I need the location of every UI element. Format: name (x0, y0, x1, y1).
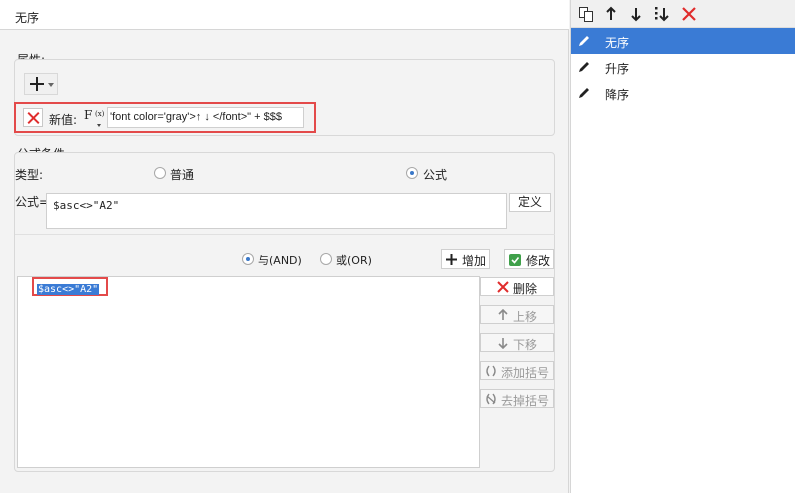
condition-editor-pane: 无序 属性: 新值: F (x) 'font color='gray'>↑ ↓ … (0, 0, 569, 493)
delete-condition-label: 删除 (513, 282, 538, 296)
remove-bracket-button[interactable]: 去掉括号 (480, 389, 554, 408)
arrow-up-icon[interactable] (603, 6, 619, 22)
logic-and-radio[interactable] (242, 253, 254, 265)
pencil-icon (579, 62, 589, 72)
bracket-icon (486, 365, 496, 377)
delete-value-button[interactable] (23, 108, 43, 127)
formula-icon: F (84, 108, 93, 122)
arrow-up-icon (498, 309, 508, 320)
add-bracket-label: 添加括号 (501, 366, 550, 380)
sort-item-label: 升序 (605, 62, 630, 76)
type-label: 类型: (15, 168, 44, 182)
sort-item-label: 无序 (605, 36, 630, 50)
close-icon[interactable] (681, 6, 697, 22)
add-condition-label: 增加 (462, 254, 487, 268)
copy-icon[interactable] (578, 6, 594, 22)
sort-pane: 无序 升序 降序 (570, 0, 795, 493)
list-item[interactable]: $asc<>"A2" (32, 277, 108, 296)
logic-or-label: 或(OR) (336, 254, 372, 267)
close-icon (497, 281, 509, 293)
formula-icon-sub: (x) (95, 110, 105, 118)
remove-bracket-icon (486, 393, 496, 405)
formula-label: 公式= (15, 195, 50, 209)
new-value-row: 新值: F (x) 'font color='gray'>↑ ↓ </font>… (14, 102, 316, 133)
conditions-list[interactable]: $asc<>"A2" (17, 276, 480, 468)
page-title: 无序 (15, 11, 40, 25)
sort-item-ascending[interactable]: 升序 (571, 54, 795, 80)
type-normal-label: 普通 (170, 168, 195, 182)
title-bar: 无序 (0, 0, 569, 30)
logic-or-radio[interactable] (320, 253, 332, 265)
chevron-down-icon (48, 83, 54, 87)
define-button[interactable]: 定义 (509, 193, 551, 212)
new-value-input[interactable]: 'font color='gray'>↑ ↓ </font>" + $$$ (107, 107, 304, 128)
condition-text: $asc<>"A2" (37, 284, 100, 295)
modify-condition-label: 修改 (526, 254, 551, 268)
modify-icon (509, 254, 521, 266)
move-down-button[interactable]: 下移 (480, 333, 554, 352)
remove-bracket-label: 去掉括号 (501, 394, 550, 408)
move-up-button[interactable]: 上移 (480, 305, 554, 324)
add-condition-button[interactable]: 增加 (441, 249, 490, 269)
sort-item-descending[interactable]: 降序 (571, 80, 795, 106)
add-property-dropdown[interactable] (24, 73, 58, 95)
sort-toolbar (571, 0, 795, 28)
new-value-label: 新值: (49, 113, 78, 127)
plus-icon (446, 254, 457, 265)
type-normal-radio[interactable] (154, 167, 166, 179)
formula-editor-button[interactable]: F (x) (84, 108, 106, 128)
move-up-label: 上移 (513, 310, 538, 324)
move-down-label: 下移 (513, 338, 538, 352)
chevron-down-icon (97, 124, 101, 127)
sort-item-label: 降序 (605, 88, 630, 102)
formula-input[interactable]: $asc<>"A2" (46, 193, 507, 229)
pencil-icon (579, 36, 589, 46)
type-formula-label: 公式 (423, 168, 448, 182)
type-formula-radio[interactable] (406, 167, 418, 179)
logic-and-label: 与(AND) (258, 254, 302, 267)
add-bracket-button[interactable]: 添加括号 (480, 361, 554, 380)
move-to-bottom-icon[interactable] (654, 6, 670, 22)
pencil-icon (579, 88, 589, 98)
arrow-down-icon (498, 338, 508, 349)
delete-condition-button[interactable]: 删除 (480, 277, 554, 296)
modify-condition-button[interactable]: 修改 (504, 249, 554, 269)
plus-icon (30, 77, 44, 91)
arrow-down-icon[interactable] (628, 6, 644, 22)
divider (15, 234, 555, 235)
sort-item-none[interactable]: 无序 (571, 28, 795, 54)
